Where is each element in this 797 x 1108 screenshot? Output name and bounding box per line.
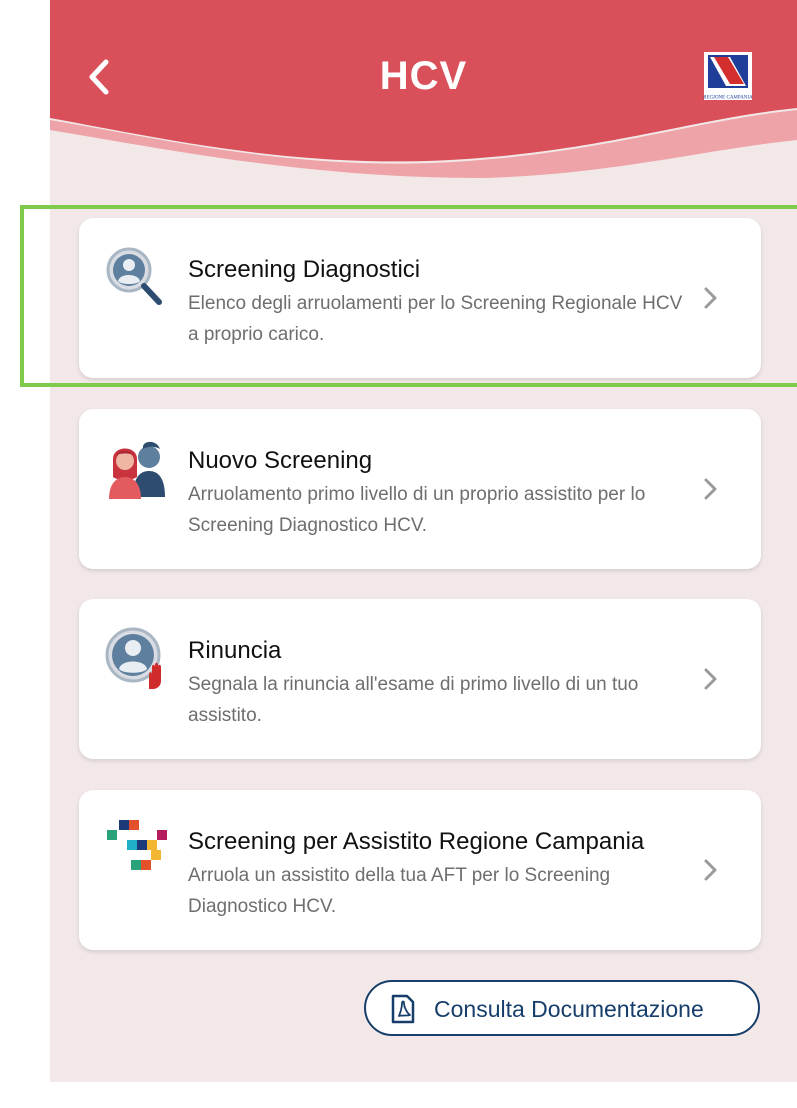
regione-campania-logo: REGIONE CAMPANIA — [700, 50, 756, 102]
page-title: HCV — [379, 54, 468, 98]
colored-squares-icon — [105, 818, 169, 882]
consulta-documentazione-button[interactable]: Consulta Documentazione — [364, 980, 760, 1036]
header: HCV REGIONE CAMPANIA — [50, 0, 797, 180]
chevron-right-icon — [701, 667, 721, 691]
search-person-icon — [105, 246, 169, 310]
card-description: Segnala la rinuncia all'esame di primo l… — [188, 674, 639, 726]
svg-text:REGIONE CAMPANIA: REGIONE CAMPANIA — [703, 96, 753, 101]
card-nuovo-screening[interactable]: Nuovo Screening Arruolamento primo livel… — [79, 409, 761, 569]
chevron-right-icon — [701, 286, 721, 310]
app-screen: HCV REGIONE CAMPANIA Screening Diagnosti… — [50, 0, 797, 1082]
card-description: Elenco degli arruolamenti per lo Screeni… — [188, 293, 683, 345]
card-screening-diagnostici[interactable]: Screening Diagnostici Elenco degli arruo… — [79, 218, 761, 378]
card-screening-assistito-regione-campania[interactable]: Screening per Assistito Regione Campania… — [79, 790, 761, 950]
pdf-icon — [390, 994, 416, 1024]
card-rinuncia[interactable]: Rinuncia Segnala la rinuncia all'esame d… — [79, 599, 761, 759]
card-title: Nuovo Screening — [188, 447, 373, 474]
card-description: Arruola un assistito della tua AFT per l… — [188, 865, 611, 917]
card-description: Arruolamento primo livello di un proprio… — [188, 484, 646, 536]
chevron-right-icon — [701, 477, 721, 501]
card-title: Screening per Assistito Regione Campania — [188, 828, 645, 855]
people-icon — [105, 437, 169, 501]
person-stop-icon — [105, 627, 169, 691]
chevron-right-icon — [701, 858, 721, 882]
card-title: Screening Diagnostici — [188, 256, 421, 283]
consulta-documentazione-label: Consulta Documentazione — [434, 996, 704, 1022]
card-title: Rinuncia — [188, 637, 282, 664]
